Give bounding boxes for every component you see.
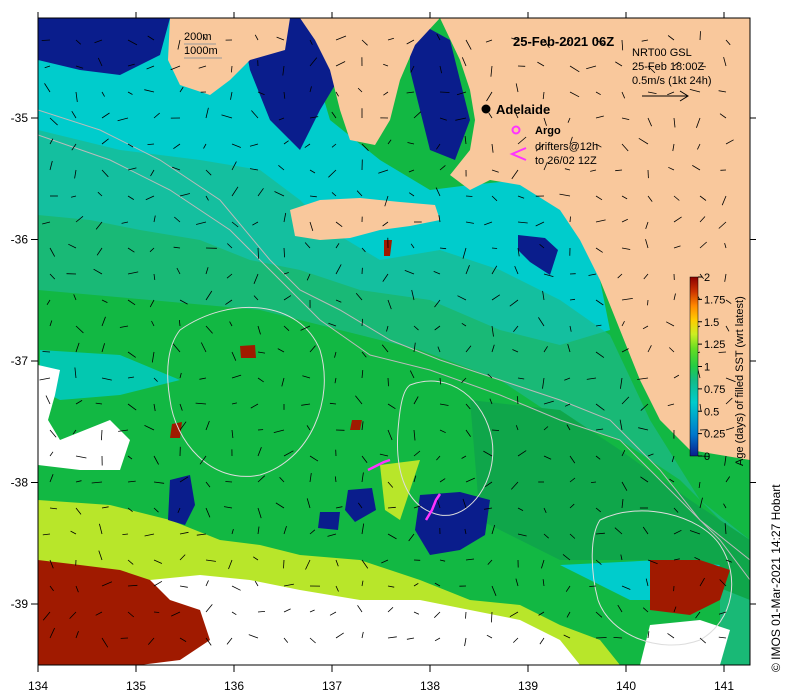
fresh-data-mid [318, 512, 340, 530]
current-vector [225, 481, 233, 483]
current-info-line-3: 0.5m/s (1kt 24h) [632, 75, 711, 87]
map-area [38, 18, 750, 665]
y-tick-label: -39 [11, 597, 29, 611]
current-vector [589, 585, 597, 587]
current-vector [283, 559, 285, 569]
current-vector [595, 637, 607, 639]
adelaide-marker [481, 104, 491, 114]
x-tick-label: 136 [224, 679, 244, 693]
colorbar-tick-label: 1.75 [704, 294, 725, 306]
colorbar-label: Age (days) of filled SST (wrt latest) [734, 296, 746, 466]
current-info-line-1: NRT00 GSL [632, 47, 692, 59]
x-tick-label: 138 [420, 679, 440, 693]
current-vector [569, 216, 571, 223]
current-vector [465, 195, 473, 197]
current-vector [42, 351, 51, 353]
current-vector [699, 31, 701, 41]
current-vector [647, 299, 649, 306]
y-tick-label: -37 [11, 354, 29, 368]
current-vector [718, 351, 727, 353]
x-tick-label: 139 [518, 679, 538, 693]
x-tick-label: 135 [126, 679, 146, 693]
x-tick-label: 141 [714, 679, 734, 693]
colorbar-tick-label: 1.25 [704, 339, 725, 351]
map-title: 25-Feb-2021 06Z [513, 34, 614, 49]
old-data-patch-1 [240, 345, 256, 358]
colorbar-tick-label: 2 [704, 272, 710, 284]
x-tick-label: 140 [616, 679, 636, 693]
current-vector [491, 429, 500, 431]
current-info-line-2: 25-Feb 18:00Z [632, 61, 704, 73]
colorbar-tick-label: 0.25 [704, 429, 725, 441]
isobath-label-200m: 200m [184, 31, 212, 43]
old-data-patch-3 [350, 420, 362, 430]
credit-text: © IMOS 01-Mar-2021 14:27 Hobart [769, 484, 783, 672]
sst-map: Adelaide Argo drifters@12h to 26/02 12Z … [11, 12, 783, 693]
colorbar-tick-label: 0.5 [704, 406, 719, 418]
drifters-label-line-1: drifters@12h [535, 141, 598, 153]
current-vector [439, 91, 450, 93]
x-tick-label: 134 [28, 679, 48, 693]
colorbar-tick-label: 0.75 [704, 384, 725, 396]
current-vector [491, 247, 498, 249]
current-vector [41, 39, 51, 41]
current-vector [387, 377, 389, 387]
y-tick-label: -35 [11, 111, 29, 125]
colorbar-tick-label: 0 [704, 451, 710, 463]
y-tick-label: -38 [11, 476, 29, 490]
y-tick-label: -36 [11, 233, 29, 247]
colorbar-tick-label: 1 [704, 362, 710, 374]
colorbar-gradient [689, 276, 699, 457]
isobath-label-1000m: 1000m [184, 45, 218, 57]
current-vector [153, 611, 160, 613]
drifters-label-line-2: to 26/02 12Z [535, 155, 597, 167]
x-tick-label: 137 [322, 679, 342, 693]
adelaide-label: Adelaide [496, 102, 550, 117]
argo-label: Argo [535, 125, 561, 137]
colorbar-tick-label: 1.5 [704, 317, 719, 329]
current-vector [465, 611, 467, 619]
